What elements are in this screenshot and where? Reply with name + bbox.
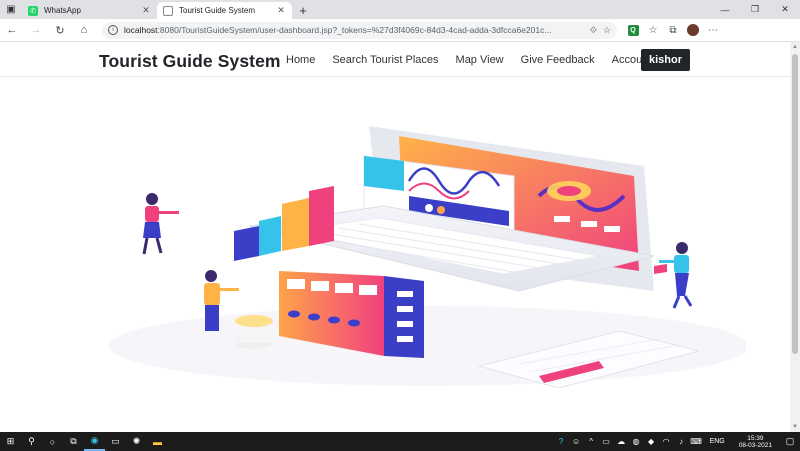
- scroll-down-icon[interactable]: ▼: [790, 422, 800, 432]
- edge-browser-icon[interactable]: ◉: [84, 432, 105, 451]
- people-icon[interactable]: ☺: [569, 437, 584, 446]
- settings-app-icon[interactable]: ✺: [126, 432, 147, 451]
- url-text[interactable]: localhost:8080/TouristGuideSystem/user-d…: [124, 25, 584, 35]
- home-button[interactable]: ⌂: [72, 19, 96, 41]
- read-aloud-icon[interactable]: ⟐: [590, 25, 597, 36]
- wifi-icon[interactable]: ◠: [659, 437, 674, 446]
- tab-tourist-guide[interactable]: Tourist Guide System ✕: [157, 2, 292, 19]
- more-menu-icon[interactable]: ⋯: [703, 20, 723, 40]
- main-menu: Home Search Tourist Places Map View Give…: [286, 54, 676, 66]
- user-button[interactable]: kishor: [641, 49, 691, 71]
- close-icon[interactable]: ✕: [141, 5, 151, 16]
- nav-search-tourist-places[interactable]: Search Tourist Places: [332, 54, 438, 66]
- battery-icon[interactable]: ▭: [599, 437, 614, 446]
- notification-icon[interactable]: ▢: [780, 436, 800, 447]
- task-view-icon[interactable]: ⧉: [63, 432, 84, 451]
- scrollbar-thumb[interactable]: [792, 54, 798, 354]
- volume-icon[interactable]: ♪: [674, 437, 689, 446]
- search-icon[interactable]: ⚲: [21, 432, 42, 451]
- tab-whatsapp[interactable]: ✆ WhatsApp ✕: [22, 2, 157, 19]
- browser-tab-strip: ▣ ✆ WhatsApp ✕ Tourist Guide System ✕ + …: [0, 0, 800, 19]
- site-info-icon[interactable]: i: [108, 25, 118, 35]
- address-bar[interactable]: i localhost:8080/TouristGuideSystem/user…: [102, 21, 617, 39]
- network-icon[interactable]: ◍: [629, 437, 644, 446]
- terminal-icon[interactable]: ▭: [105, 432, 126, 451]
- tab-title: Tourist Guide System: [179, 6, 256, 15]
- system-tray: ? ☺ ^ ▭ ☁ ◍ ◆ ◠ ♪ ⌨ ENG 15:39 08-03-2021…: [554, 435, 800, 449]
- close-window-icon[interactable]: ✕: [770, 4, 800, 15]
- clock-date: 08-03-2021: [738, 441, 772, 449]
- browser-toolbar: ← → ↻ ⌂ i localhost:8080/TouristGuideSys…: [0, 19, 800, 42]
- clock-time: 15:39: [747, 434, 764, 442]
- window-controls: — ❐ ✕: [710, 0, 800, 19]
- tab-actions-icon[interactable]: ▣: [0, 0, 22, 19]
- favorite-star-icon[interactable]: ☆: [603, 25, 611, 36]
- onedrive-icon[interactable]: ☁: [614, 437, 629, 446]
- forward-button[interactable]: →: [24, 19, 48, 41]
- page-icon: [163, 5, 173, 16]
- cortana-icon[interactable]: ○: [42, 432, 63, 451]
- language-indicator[interactable]: ENG: [710, 438, 725, 445]
- laptop-dashboard-illustration: [99, 96, 746, 388]
- favorites-icon[interactable]: ☆: [643, 20, 663, 40]
- show-hidden-icons[interactable]: ^: [584, 437, 599, 446]
- collections-icon[interactable]: ⧉: [663, 20, 683, 40]
- help-icon[interactable]: ?: [554, 437, 569, 446]
- close-icon[interactable]: ✕: [276, 5, 286, 16]
- reload-button[interactable]: ↻: [48, 19, 72, 41]
- tab-title: WhatsApp: [44, 6, 81, 15]
- site-navbar: Tourist Guide System Home Search Tourist…: [0, 42, 790, 77]
- keyboard-icon[interactable]: ⌨: [689, 437, 704, 446]
- nav-give-feedback[interactable]: Give Feedback: [521, 54, 595, 66]
- restore-icon[interactable]: ❐: [740, 4, 770, 15]
- page-viewport: Tourist Guide System Home Search Tourist…: [0, 42, 790, 432]
- scroll-up-icon[interactable]: ▲: [790, 42, 800, 52]
- site-brand[interactable]: Tourist Guide System: [99, 51, 281, 72]
- new-tab-button[interactable]: +: [292, 2, 314, 19]
- file-explorer-icon[interactable]: ▬: [147, 432, 168, 451]
- page-scrollbar[interactable]: ▲ ▼: [790, 42, 800, 432]
- profile-avatar[interactable]: [683, 20, 703, 40]
- windows-start-icon[interactable]: ⊞: [0, 432, 21, 451]
- minimize-icon[interactable]: —: [710, 5, 740, 15]
- nav-home[interactable]: Home: [286, 54, 315, 66]
- hero-illustration: [99, 96, 746, 388]
- clock[interactable]: 15:39 08-03-2021: [739, 435, 772, 449]
- nav-map-view[interactable]: Map View: [456, 54, 504, 66]
- whatsapp-icon: ✆: [28, 5, 38, 16]
- extension-q-icon[interactable]: Q: [623, 20, 643, 40]
- back-button[interactable]: ←: [0, 19, 24, 41]
- windows-taskbar: ⊞ ⚲ ○ ⧉ ◉ ▭ ✺ ▬ ? ☺ ^ ▭ ☁ ◍ ◆ ◠ ♪ ⌨ ENG …: [0, 432, 800, 451]
- dropbox-icon[interactable]: ◆: [644, 437, 659, 446]
